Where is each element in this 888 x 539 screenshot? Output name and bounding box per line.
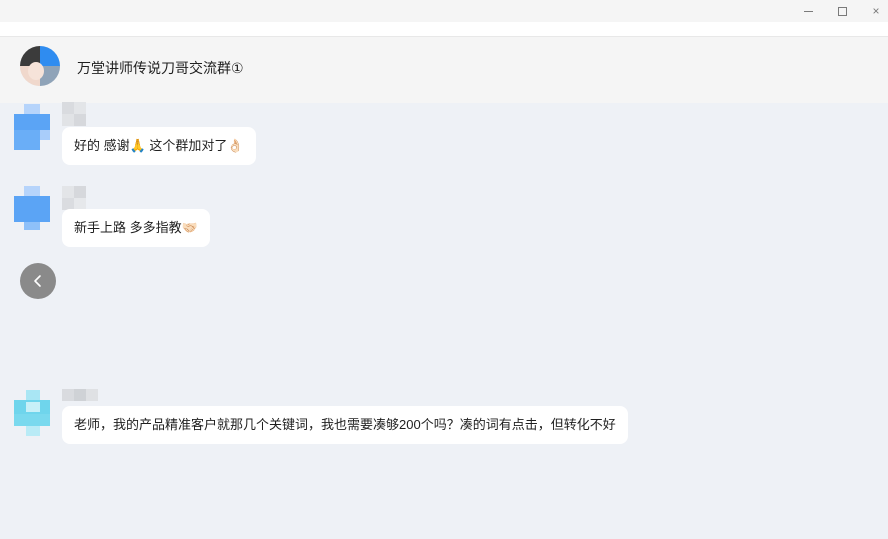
avatar[interactable] bbox=[14, 186, 50, 232]
close-icon[interactable]: × bbox=[859, 0, 888, 22]
group-avatar[interactable] bbox=[20, 46, 60, 86]
group-title: 万堂讲师传说刀哥交流群① bbox=[77, 60, 244, 76]
back-button[interactable] bbox=[20, 263, 56, 299]
chevron-left-icon bbox=[34, 275, 41, 287]
message-bubble: 老师，我的产品精准客户就那几个关键词，我也需要凑够200个吗？凑的词有点击，但转… bbox=[62, 406, 628, 444]
minimize-icon[interactable] bbox=[791, 0, 825, 22]
maximize-icon[interactable] bbox=[825, 0, 859, 22]
message-bubble: 好的 感谢🙏 这个群加对了👌🏻 bbox=[62, 127, 256, 165]
window-titlebar: × bbox=[0, 0, 888, 22]
sender-name-masked bbox=[62, 102, 86, 126]
titlebar-gap bbox=[0, 22, 888, 36]
chat-header: 万堂讲师传说刀哥交流群① bbox=[0, 36, 888, 103]
avatar[interactable] bbox=[14, 104, 50, 150]
message-bubble: 新手上路 多多指教🤝🏻 bbox=[62, 209, 210, 247]
sender-name-masked bbox=[62, 186, 86, 210]
avatar[interactable] bbox=[14, 390, 50, 436]
